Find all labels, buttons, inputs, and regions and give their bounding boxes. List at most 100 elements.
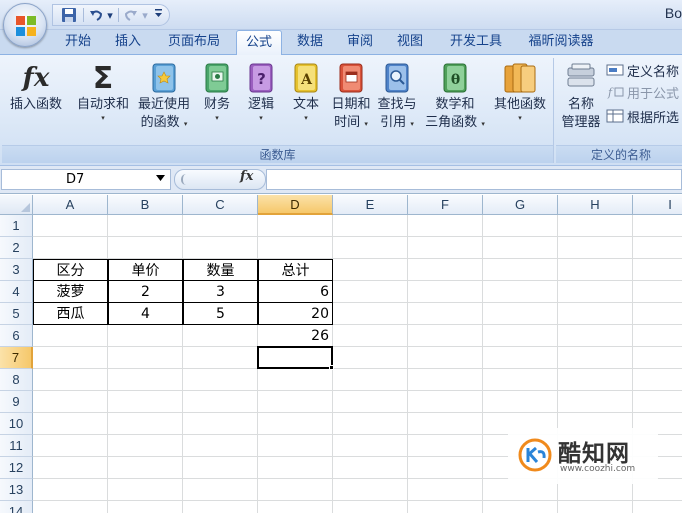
- cell-d10[interactable]: [258, 413, 333, 435]
- cell-h4[interactable]: [558, 281, 633, 303]
- table-row-cell[interactable]: 菠萝: [33, 281, 108, 303]
- row-header-11[interactable]: 11: [0, 435, 33, 457]
- cell-b7[interactable]: [108, 347, 183, 369]
- cell-b10[interactable]: [108, 413, 183, 435]
- cell-i14[interactable]: [633, 501, 682, 513]
- cell-e10[interactable]: [333, 413, 408, 435]
- cell-c10[interactable]: [183, 413, 258, 435]
- column-header-c[interactable]: C: [183, 195, 258, 215]
- cell-i3[interactable]: [633, 259, 682, 281]
- select-all-corner[interactable]: [0, 195, 33, 215]
- cell-e11[interactable]: [333, 435, 408, 457]
- cell-h5[interactable]: [558, 303, 633, 325]
- cell-f13[interactable]: [408, 479, 483, 501]
- cell-c2[interactable]: [183, 237, 258, 259]
- cell-d11[interactable]: [258, 435, 333, 457]
- column-header-d[interactable]: D: [258, 195, 333, 215]
- cell-h14[interactable]: [558, 501, 633, 513]
- cell-g7[interactable]: [483, 347, 558, 369]
- cell-e1[interactable]: [333, 215, 408, 237]
- cell-f11[interactable]: [408, 435, 483, 457]
- cell-e12[interactable]: [333, 457, 408, 479]
- cell-d14[interactable]: [258, 501, 333, 513]
- cell-f14[interactable]: [408, 501, 483, 513]
- use-in-formula-button[interactable]: f 用于公式: [606, 82, 679, 102]
- cell-e3[interactable]: [333, 259, 408, 281]
- redo-dropdown-icon[interactable]: ▾: [141, 6, 149, 24]
- table-header-cell[interactable]: 数量: [183, 259, 258, 281]
- column-header-i[interactable]: I: [633, 195, 682, 215]
- cell-f3[interactable]: [408, 259, 483, 281]
- cell-a1[interactable]: [33, 215, 108, 237]
- cell-i4[interactable]: [633, 281, 682, 303]
- cell-b1[interactable]: [108, 215, 183, 237]
- cell-e9[interactable]: [333, 391, 408, 413]
- cell-c8[interactable]: [183, 369, 258, 391]
- cell-d13[interactable]: [258, 479, 333, 501]
- cell-a10[interactable]: [33, 413, 108, 435]
- create-from-selection-button[interactable]: 根据所选: [606, 106, 679, 126]
- cell-f10[interactable]: [408, 413, 483, 435]
- cell-g4[interactable]: [483, 281, 558, 303]
- cell-i9[interactable]: [633, 391, 682, 413]
- cell-a14[interactable]: [33, 501, 108, 513]
- cell-e6[interactable]: [333, 325, 408, 347]
- cell-i2[interactable]: [633, 237, 682, 259]
- undo-icon[interactable]: [88, 6, 104, 24]
- column-header-g[interactable]: G: [483, 195, 558, 215]
- row-header-1[interactable]: 1: [0, 215, 33, 237]
- cell-f2[interactable]: [408, 237, 483, 259]
- cell-f4[interactable]: [408, 281, 483, 303]
- row-header-2[interactable]: 2: [0, 237, 33, 259]
- table-row-cell[interactable]: 西瓜: [33, 303, 108, 325]
- cell-b12[interactable]: [108, 457, 183, 479]
- row-header-8[interactable]: 8: [0, 369, 33, 391]
- cell-e14[interactable]: [333, 501, 408, 513]
- cell-a13[interactable]: [33, 479, 108, 501]
- table-row-cell[interactable]: 20: [258, 303, 333, 325]
- cell-f6[interactable]: [408, 325, 483, 347]
- cell-i8[interactable]: [633, 369, 682, 391]
- row-header-9[interactable]: 9: [0, 391, 33, 413]
- date-time-button[interactable]: 日期和 时间 ▾: [328, 58, 374, 133]
- cell-f12[interactable]: [408, 457, 483, 479]
- table-header-cell[interactable]: 区分: [33, 259, 108, 281]
- tab-formulas[interactable]: 公式: [236, 30, 282, 55]
- sum-cell[interactable]: 26: [258, 325, 333, 347]
- cell-e2[interactable]: [333, 237, 408, 259]
- logical-button[interactable]: ? 逻辑 ▾: [242, 58, 280, 122]
- row-header-4[interactable]: 4: [0, 281, 33, 303]
- row-header-3[interactable]: 3: [0, 259, 33, 281]
- financial-button[interactable]: 财务 ▾: [198, 58, 236, 122]
- fill-handle[interactable]: [329, 365, 334, 370]
- cell-h7[interactable]: [558, 347, 633, 369]
- table-row-cell[interactable]: 5: [183, 303, 258, 325]
- cell-i5[interactable]: [633, 303, 682, 325]
- cell-g14[interactable]: [483, 501, 558, 513]
- cell-h1[interactable]: [558, 215, 633, 237]
- cell-b9[interactable]: [108, 391, 183, 413]
- cell-c14[interactable]: [183, 501, 258, 513]
- cell-c11[interactable]: [183, 435, 258, 457]
- tab-foxit-reader[interactable]: 福昕阅读器: [518, 30, 604, 54]
- cell-c9[interactable]: [183, 391, 258, 413]
- cell-a8[interactable]: [33, 369, 108, 391]
- cell-b2[interactable]: [108, 237, 183, 259]
- cell-a11[interactable]: [33, 435, 108, 457]
- cell-g8[interactable]: [483, 369, 558, 391]
- cell-f9[interactable]: [408, 391, 483, 413]
- row-header-6[interactable]: 6: [0, 325, 33, 347]
- redo-icon[interactable]: [123, 6, 139, 24]
- cell-h3[interactable]: [558, 259, 633, 281]
- name-manager-button[interactable]: 名称 管理器: [558, 58, 604, 132]
- lookup-reference-button[interactable]: 查找与 引用 ▾: [374, 58, 420, 133]
- cell-d2[interactable]: [258, 237, 333, 259]
- save-icon[interactable]: [59, 6, 79, 24]
- insert-function-fx-icon[interactable]: fx: [240, 169, 253, 184]
- cell-e7[interactable]: [333, 347, 408, 369]
- row-header-12[interactable]: 12: [0, 457, 33, 479]
- cell-a7[interactable]: [33, 347, 108, 369]
- text-button[interactable]: A 文本 ▾: [286, 58, 326, 122]
- cell-i1[interactable]: [633, 215, 682, 237]
- table-row-cell[interactable]: 2: [108, 281, 183, 303]
